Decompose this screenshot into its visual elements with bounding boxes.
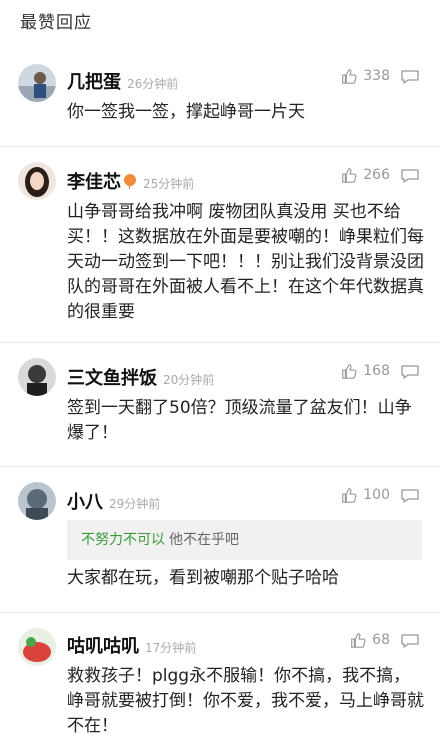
like-button[interactable]: 168 xyxy=(340,362,390,380)
section-title: 最赞回应 xyxy=(20,13,92,33)
quoted-reply[interactable]: 不努力不可以 他不在乎吧 xyxy=(67,520,422,560)
comment-text: 大家都在玩，看到被嘲那个贴子哈哈 xyxy=(67,568,339,588)
comment-author[interactable]: 咕叽咕叽 xyxy=(67,636,139,657)
balloon-badge-icon xyxy=(124,174,136,190)
reply-icon[interactable] xyxy=(400,633,420,649)
avatar[interactable] xyxy=(18,162,56,200)
avatar[interactable] xyxy=(18,628,56,666)
like-button[interactable]: 338 xyxy=(340,67,390,85)
like-count: 266 xyxy=(363,167,390,183)
like-count: 68 xyxy=(372,632,390,648)
comment-time: 17分钟前 xyxy=(145,641,197,655)
thumbs-up-icon xyxy=(342,488,357,503)
reply-icon[interactable] xyxy=(400,69,420,85)
comment-author[interactable]: 三文鱼拌饭 xyxy=(67,368,157,389)
avatar[interactable] xyxy=(18,482,56,520)
like-button[interactable]: 266 xyxy=(340,166,390,184)
divider xyxy=(0,612,440,613)
like-button[interactable]: 100 xyxy=(340,486,390,504)
divider xyxy=(0,342,440,343)
comment-time: 26分钟前 xyxy=(127,77,179,91)
comment-time: 20分钟前 xyxy=(163,373,215,387)
comment-time: 25分钟前 xyxy=(143,177,195,191)
divider xyxy=(0,466,440,467)
like-count: 338 xyxy=(363,68,390,84)
quoted-text: 他不在乎吧 xyxy=(169,532,239,548)
quoted-author[interactable]: 不努力不可以 xyxy=(81,532,165,548)
thumbs-up-icon xyxy=(342,69,357,84)
divider xyxy=(0,146,440,147)
avatar[interactable] xyxy=(18,64,56,102)
comment-author[interactable]: 几把蛋 xyxy=(67,72,121,93)
reply-icon[interactable] xyxy=(400,488,420,504)
comment-time: 29分钟前 xyxy=(109,497,161,511)
comment-text: 签到一天翻了50倍？顶级流量了盆友们！山争爆了！ xyxy=(67,398,412,443)
like-count: 100 xyxy=(363,487,390,503)
reply-icon[interactable] xyxy=(400,364,420,380)
thumbs-up-icon xyxy=(351,633,366,648)
comment-text: 你一签我一签，撑起峥哥一片天 xyxy=(67,102,305,122)
comment-text: 救救孩子！plgg永不服输！你不搞，我不搞，峥哥就要被打倒！你不爱，我不爱，马上… xyxy=(67,666,424,736)
comment-author[interactable]: 小八 xyxy=(67,492,103,513)
comment-text: 山争哥哥给我冲啊 废物团队真没用 买也不给买！！这数据放在外面是要被嘲的！峥果粒… xyxy=(67,202,424,322)
avatar[interactable] xyxy=(18,358,56,396)
thumbs-up-icon xyxy=(342,168,357,183)
like-count: 168 xyxy=(363,363,390,379)
thumbs-up-icon xyxy=(342,364,357,379)
like-button[interactable]: 68 xyxy=(349,631,390,649)
comment-author[interactable]: 李佳芯 xyxy=(67,172,121,193)
reply-icon[interactable] xyxy=(400,168,420,184)
